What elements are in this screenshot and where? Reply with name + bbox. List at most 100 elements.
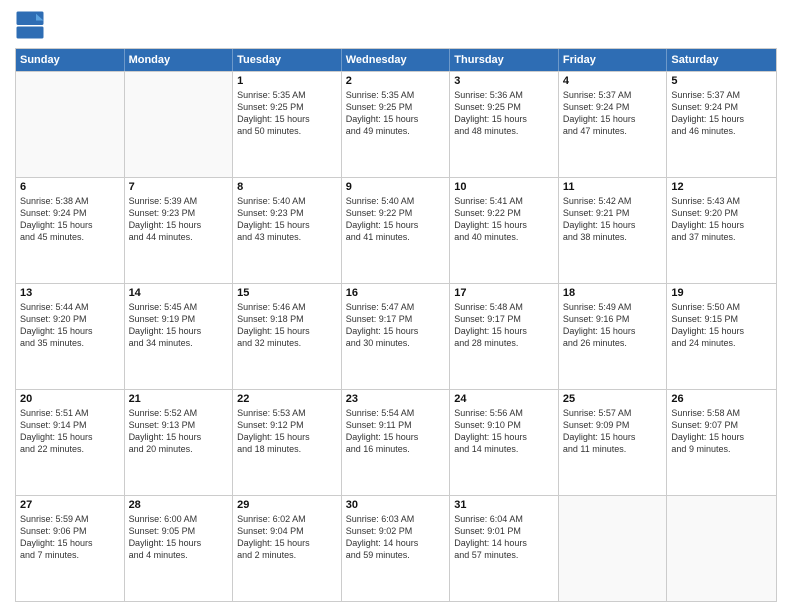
calendar-cell: 19 Sunrise: 5:50 AM Sunset: 9:15 PM Dayli… — [667, 284, 776, 389]
logo — [15, 10, 47, 40]
calendar-cell: 24 Sunrise: 5:56 AM Sunset: 9:10 PM Dayli… — [450, 390, 559, 495]
calendar-cell: 22 Sunrise: 5:53 AM Sunset: 9:12 PM Dayli… — [233, 390, 342, 495]
day-number: 11 — [563, 181, 663, 193]
calendar-cell: 17 Sunrise: 5:48 AM Sunset: 9:17 PM Dayli… — [450, 284, 559, 389]
day-info: Sunrise: 5:57 AM Sunset: 9:09 PM Dayligh… — [563, 407, 663, 456]
day-info: Sunrise: 5:44 AM Sunset: 9:20 PM Dayligh… — [20, 301, 120, 350]
calendar-cell — [16, 72, 125, 177]
calendar-cell: 14 Sunrise: 5:45 AM Sunset: 9:19 PM Dayli… — [125, 284, 234, 389]
calendar-cell: 16Sunrise: 5:47 AM Sunset: 9:17 PM Dayli… — [342, 284, 451, 389]
calendar-cell: 3Sunrise: 5:36 AM Sunset: 9:25 PM Daylig… — [450, 72, 559, 177]
day-number: 17 — [454, 287, 554, 299]
day-info: Sunrise: 5:52 AM Sunset: 9:13 PM Dayligh… — [129, 407, 229, 456]
day-number: 18 — [563, 287, 663, 299]
calendar-cell: 25Sunrise: 5:57 AM Sunset: 9:09 PM Dayli… — [559, 390, 668, 495]
day-info: Sunrise: 5:38 AM Sunset: 9:24 PM Dayligh… — [20, 195, 120, 244]
day-info: Sunrise: 5:46 AM Sunset: 9:18 PM Dayligh… — [237, 301, 337, 350]
weekday-header: Monday — [125, 49, 234, 71]
calendar-header: SundayMondayTuesdayWednesdayThursdayFrid… — [16, 49, 776, 71]
calendar-cell: 7 Sunrise: 5:39 AM Sunset: 9:23 PM Daylig… — [125, 178, 234, 283]
day-number: 12 — [671, 181, 772, 193]
weekday-header: Sunday — [16, 49, 125, 71]
calendar-cell — [667, 496, 776, 601]
day-number: 29 — [237, 499, 337, 511]
day-info: Sunrise: 5:37 AM Sunset: 9:24 PM Dayligh… — [563, 89, 663, 138]
day-number: 23 — [346, 393, 446, 405]
day-number: 30 — [346, 499, 446, 511]
calendar-row: 27 Sunrise: 5:59 AM Sunset: 9:06 PM Dayli… — [16, 495, 776, 601]
calendar-cell: 21 Sunrise: 5:52 AM Sunset: 9:13 PM Dayli… — [125, 390, 234, 495]
day-info: Sunrise: 5:40 AM Sunset: 9:23 PM Dayligh… — [237, 195, 337, 244]
page-header — [15, 10, 777, 40]
day-info: Sunrise: 5:47 AM Sunset: 9:17 PM Dayligh… — [346, 301, 446, 350]
calendar-cell: 18 Sunrise: 5:49 AM Sunset: 9:16 PM Dayli… — [559, 284, 668, 389]
calendar-cell: 10 Sunrise: 5:41 AM Sunset: 9:22 PM Dayli… — [450, 178, 559, 283]
calendar-cell: 26 Sunrise: 5:58 AM Sunset: 9:07 PM Dayli… — [667, 390, 776, 495]
calendar-cell: 13 Sunrise: 5:44 AM Sunset: 9:20 PM Dayli… — [16, 284, 125, 389]
calendar-cell: 29 Sunrise: 6:02 AM Sunset: 9:04 PM Dayli… — [233, 496, 342, 601]
day-info: Sunrise: 5:53 AM Sunset: 9:12 PM Dayligh… — [237, 407, 337, 456]
day-number: 31 — [454, 499, 554, 511]
day-info: Sunrise: 5:49 AM Sunset: 9:16 PM Dayligh… — [563, 301, 663, 350]
day-info: Sunrise: 5:54 AM Sunset: 9:11 PM Dayligh… — [346, 407, 446, 456]
day-info: Sunrise: 5:45 AM Sunset: 9:19 PM Dayligh… — [129, 301, 229, 350]
calendar-cell: 12Sunrise: 5:43 AM Sunset: 9:20 PM Dayli… — [667, 178, 776, 283]
weekday-header: Wednesday — [342, 49, 451, 71]
day-info: Sunrise: 5:41 AM Sunset: 9:22 PM Dayligh… — [454, 195, 554, 244]
day-info: Sunrise: 5:35 AM Sunset: 9:25 PM Dayligh… — [346, 89, 446, 138]
day-number: 15 — [237, 287, 337, 299]
logo-icon — [15, 10, 45, 40]
calendar-cell: 5 Sunrise: 5:37 AM Sunset: 9:24 PM Daylig… — [667, 72, 776, 177]
day-info: Sunrise: 6:02 AM Sunset: 9:04 PM Dayligh… — [237, 513, 337, 562]
day-info: Sunrise: 5:35 AM Sunset: 9:25 PM Dayligh… — [237, 89, 337, 138]
calendar-cell: 11 Sunrise: 5:42 AM Sunset: 9:21 PM Dayli… — [559, 178, 668, 283]
day-info: Sunrise: 5:39 AM Sunset: 9:23 PM Dayligh… — [129, 195, 229, 244]
day-info: Sunrise: 5:40 AM Sunset: 9:22 PM Dayligh… — [346, 195, 446, 244]
day-number: 26 — [671, 393, 772, 405]
calendar-cell: 2Sunrise: 5:35 AM Sunset: 9:25 PM Daylig… — [342, 72, 451, 177]
day-info: Sunrise: 6:04 AM Sunset: 9:01 PM Dayligh… — [454, 513, 554, 562]
day-info: Sunrise: 5:56 AM Sunset: 9:10 PM Dayligh… — [454, 407, 554, 456]
day-number: 5 — [671, 75, 772, 87]
calendar-cell: 15 Sunrise: 5:46 AM Sunset: 9:18 PM Dayli… — [233, 284, 342, 389]
day-number: 10 — [454, 181, 554, 193]
calendar-cell — [559, 496, 668, 601]
calendar-cell — [125, 72, 234, 177]
weekday-header: Thursday — [450, 49, 559, 71]
calendar-cell: 28Sunrise: 6:00 AM Sunset: 9:05 PM Dayli… — [125, 496, 234, 601]
day-info: Sunrise: 5:37 AM Sunset: 9:24 PM Dayligh… — [671, 89, 772, 138]
calendar-cell: 31 Sunrise: 6:04 AM Sunset: 9:01 PM Dayli… — [450, 496, 559, 601]
day-number: 20 — [20, 393, 120, 405]
day-info: Sunrise: 6:00 AM Sunset: 9:05 PM Dayligh… — [129, 513, 229, 562]
day-info: Sunrise: 5:48 AM Sunset: 9:17 PM Dayligh… — [454, 301, 554, 350]
day-number: 27 — [20, 499, 120, 511]
calendar-row: 6 Sunrise: 5:38 AM Sunset: 9:24 PM Daylig… — [16, 177, 776, 283]
day-info: Sunrise: 6:03 AM Sunset: 9:02 PM Dayligh… — [346, 513, 446, 562]
day-number: 7 — [129, 181, 229, 193]
calendar: SundayMondayTuesdayWednesdayThursdayFrid… — [15, 48, 777, 602]
day-number: 13 — [20, 287, 120, 299]
calendar-body: 1 Sunrise: 5:35 AM Sunset: 9:25 PM Daylig… — [16, 71, 776, 601]
day-number: 21 — [129, 393, 229, 405]
calendar-row: 1 Sunrise: 5:35 AM Sunset: 9:25 PM Daylig… — [16, 71, 776, 177]
day-number: 1 — [237, 75, 337, 87]
day-number: 4 — [563, 75, 663, 87]
calendar-cell: 4 Sunrise: 5:37 AM Sunset: 9:24 PM Daylig… — [559, 72, 668, 177]
day-number: 14 — [129, 287, 229, 299]
day-number: 3 — [454, 75, 554, 87]
calendar-cell: 1 Sunrise: 5:35 AM Sunset: 9:25 PM Daylig… — [233, 72, 342, 177]
calendar-row: 13 Sunrise: 5:44 AM Sunset: 9:20 PM Dayli… — [16, 283, 776, 389]
calendar-cell: 20Sunrise: 5:51 AM Sunset: 9:14 PM Dayli… — [16, 390, 125, 495]
weekday-header: Friday — [559, 49, 668, 71]
weekday-header: Saturday — [667, 49, 776, 71]
calendar-cell: 9Sunrise: 5:40 AM Sunset: 9:22 PM Daylig… — [342, 178, 451, 283]
day-info: Sunrise: 5:58 AM Sunset: 9:07 PM Dayligh… — [671, 407, 772, 456]
day-number: 19 — [671, 287, 772, 299]
day-info: Sunrise: 5:59 AM Sunset: 9:06 PM Dayligh… — [20, 513, 120, 562]
day-info: Sunrise: 5:42 AM Sunset: 9:21 PM Dayligh… — [563, 195, 663, 244]
day-info: Sunrise: 5:50 AM Sunset: 9:15 PM Dayligh… — [671, 301, 772, 350]
calendar-cell: 30 Sunrise: 6:03 AM Sunset: 9:02 PM Dayli… — [342, 496, 451, 601]
day-number: 6 — [20, 181, 120, 193]
day-number: 24 — [454, 393, 554, 405]
day-number: 22 — [237, 393, 337, 405]
